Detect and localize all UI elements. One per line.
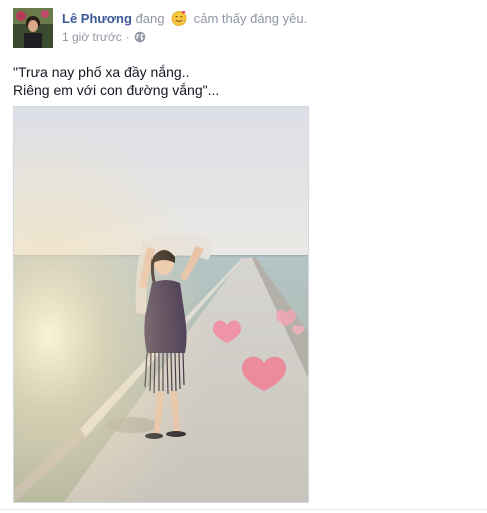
- activity-text[interactable]: cảm thấy đáng yêu.: [194, 11, 307, 26]
- timestamp[interactable]: 1 giờ trước: [62, 30, 122, 44]
- separator-dot: ·: [125, 30, 130, 44]
- status-text: "Trưa nay phố xa đầy nắng.. Riêng em với…: [13, 63, 453, 99]
- avatar[interactable]: [13, 8, 53, 48]
- globe-icon[interactable]: [134, 31, 146, 47]
- status-line-2: Riêng em với con đường vắng"...: [13, 82, 220, 98]
- status-line-1: "Trưa nay phố xa đầy nắng..: [13, 64, 190, 80]
- post-photo[interactable]: [13, 106, 309, 503]
- activity-prefix: đang: [135, 11, 165, 26]
- post-meta: 1 giờ trước ·: [62, 30, 146, 47]
- smiling-face-with-hearts-icon: [171, 10, 187, 30]
- divider: [0, 509, 487, 510]
- post-header: Lê Phương đang cảm thấy đáng yêu.: [62, 10, 307, 30]
- author-name[interactable]: Lê Phương: [62, 11, 132, 26]
- feed-post: Lê Phương đang cảm thấy đáng yêu. 1 giờ …: [0, 0, 487, 513]
